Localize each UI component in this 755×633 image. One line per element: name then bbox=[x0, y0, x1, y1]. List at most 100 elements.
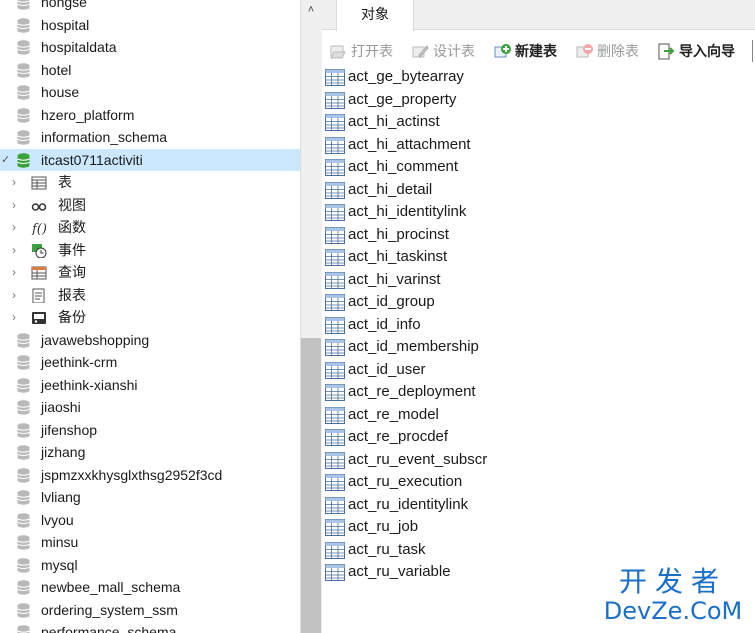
database-name: jizhang bbox=[41, 444, 86, 460]
expanded-chevron-icon[interactable]: ✓ bbox=[1, 149, 10, 172]
database-name: hongse bbox=[41, 0, 87, 10]
watermark: 开发者 DevZe.CoM bbox=[598, 567, 748, 626]
table-name: act_re_procdef bbox=[348, 428, 449, 445]
database-name: lvliang bbox=[41, 489, 81, 505]
database-name: performance_schema bbox=[41, 624, 177, 633]
database-item[interactable]: ordering_system_ssm bbox=[0, 599, 300, 622]
database-item[interactable]: jspmzxxkhysglxthsg2952f3cd bbox=[0, 464, 300, 487]
table-name: act_hi_detail bbox=[348, 180, 433, 198]
table-icon bbox=[325, 69, 345, 86]
database-icon bbox=[17, 355, 30, 370]
table-name: act_re_deployment bbox=[348, 383, 476, 400]
database-name: jiaoshi bbox=[41, 399, 81, 415]
database-name: jspmzxxkhysglxthsg2952f3cd bbox=[41, 466, 223, 483]
tree-node-label: 表 bbox=[58, 174, 72, 190]
database-item[interactable]: jeethink-xianshi bbox=[0, 374, 300, 397]
collapse-chevron-icon[interactable]: ˄ bbox=[303, 2, 319, 18]
database-item[interactable]: hospital bbox=[0, 14, 300, 37]
chevron-right-icon[interactable]: › bbox=[12, 171, 16, 194]
database-icon bbox=[17, 85, 30, 100]
connection-tree: hongse hospital hospitaldata hotel house hzer… bbox=[0, 0, 300, 633]
chevron-right-icon[interactable]: › bbox=[12, 306, 16, 329]
table-icon bbox=[325, 181, 345, 199]
tree-node-function[interactable]: › f() 函数 bbox=[0, 216, 300, 239]
chevron-right-icon[interactable]: › bbox=[12, 239, 16, 262]
chevron-right-icon[interactable]: › bbox=[12, 194, 16, 217]
object-panel: 对象 打开表 设计表 新建表 删除表 导入向导 act_ge_bytearray… bbox=[322, 0, 755, 633]
database-item[interactable]: house bbox=[0, 81, 300, 104]
table-icon bbox=[325, 114, 345, 131]
database-item[interactable]: jifenshop bbox=[0, 419, 300, 442]
table-name: act_hi_attachment bbox=[348, 135, 471, 153]
table-name: act_ru_variable bbox=[348, 563, 451, 580]
table-icon bbox=[325, 406, 345, 424]
tree-node-query[interactable]: › 查询 bbox=[0, 261, 300, 284]
database-icon bbox=[17, 467, 30, 483]
view-icon bbox=[31, 202, 47, 211]
database-item[interactable]: performance_schema bbox=[0, 621, 300, 633]
database-icon bbox=[17, 130, 30, 145]
table-name: act_hi_identitylink bbox=[348, 203, 467, 220]
tree-node-table[interactable]: › 表 bbox=[0, 171, 300, 194]
table-icon bbox=[325, 519, 345, 536]
tree-node-label: 视图 bbox=[58, 196, 86, 213]
database-icon bbox=[17, 512, 30, 528]
database-icon bbox=[17, 400, 30, 415]
database-item[interactable]: jiaoshi bbox=[0, 396, 300, 419]
database-name: information_schema bbox=[41, 129, 168, 145]
database-name: hotel bbox=[41, 61, 72, 78]
tree-node-report[interactable]: › 报表 bbox=[0, 284, 300, 307]
chevron-right-icon[interactable]: › bbox=[12, 216, 16, 239]
table-icon bbox=[325, 316, 345, 334]
database-item[interactable]: hotel bbox=[0, 59, 300, 82]
new-table-icon bbox=[494, 44, 511, 58]
table-name: act_hi_procinst bbox=[348, 225, 449, 243]
delete-table-icon bbox=[576, 44, 593, 58]
database-icon bbox=[17, 152, 30, 168]
table-icon bbox=[325, 271, 345, 289]
tree-node-view[interactable]: › 视图 bbox=[0, 194, 300, 217]
database-item[interactable]: hzero_platform bbox=[0, 104, 300, 127]
chevron-right-icon[interactable]: › bbox=[12, 261, 16, 284]
delete-table-label: 删除表 bbox=[597, 43, 639, 59]
function-icon: f() bbox=[31, 222, 47, 235]
table-name: act_ge_bytearray bbox=[348, 68, 464, 85]
new-table-label: 新建表 bbox=[515, 43, 557, 59]
design-table-icon bbox=[412, 45, 429, 58]
database-item[interactable]: information_schema bbox=[0, 126, 300, 149]
database-name: itcast0711activiti bbox=[41, 151, 143, 168]
query-icon bbox=[31, 266, 47, 280]
table-name: act_ru_identitylink bbox=[348, 495, 469, 513]
chevron-right-icon[interactable]: › bbox=[12, 284, 16, 307]
scrollbar-thumb[interactable] bbox=[301, 338, 321, 633]
database-item[interactable]: jizhang bbox=[0, 441, 300, 464]
tree-node-label: 报表 bbox=[58, 286, 86, 303]
database-item[interactable]: minsu bbox=[0, 531, 300, 554]
database-name: lvyou bbox=[41, 511, 74, 528]
table-icon bbox=[325, 136, 345, 154]
database-item[interactable]: lvliang bbox=[0, 486, 300, 509]
table-name: act_hi_comment bbox=[348, 158, 459, 175]
database-item[interactable]: lvyou bbox=[0, 509, 300, 532]
database-item[interactable]: newbee_mall_schema bbox=[0, 576, 300, 599]
database-name: mysql bbox=[41, 556, 78, 573]
table-icon bbox=[325, 249, 345, 266]
tab-objects[interactable]: 对象 bbox=[336, 0, 414, 31]
table-name: act_hi_actinst bbox=[348, 113, 440, 130]
tree-node-backup[interactable]: › 备份 bbox=[0, 306, 300, 329]
tree-node-event[interactable]: › 事件 bbox=[0, 239, 300, 262]
table-icon bbox=[325, 541, 345, 559]
table-icon bbox=[325, 204, 345, 221]
database-name: house bbox=[41, 84, 80, 100]
database-item[interactable]: hongse bbox=[0, 0, 300, 14]
database-item[interactable]: jeethink-crm bbox=[0, 351, 300, 374]
database-item[interactable]: mysql bbox=[0, 554, 300, 577]
database-item-selected[interactable]: ✓ itcast0711activiti bbox=[0, 148, 300, 172]
database-icon bbox=[17, 332, 30, 348]
tree-node-label: 备份 bbox=[58, 309, 86, 325]
object-toolbar: 打开表 设计表 新建表 删除表 导入向导 bbox=[322, 31, 755, 69]
table-icon bbox=[325, 159, 345, 176]
database-item[interactable]: hospitaldata bbox=[0, 36, 300, 59]
database-item[interactable]: javawebshopping bbox=[0, 329, 300, 352]
table-icon bbox=[325, 226, 345, 244]
